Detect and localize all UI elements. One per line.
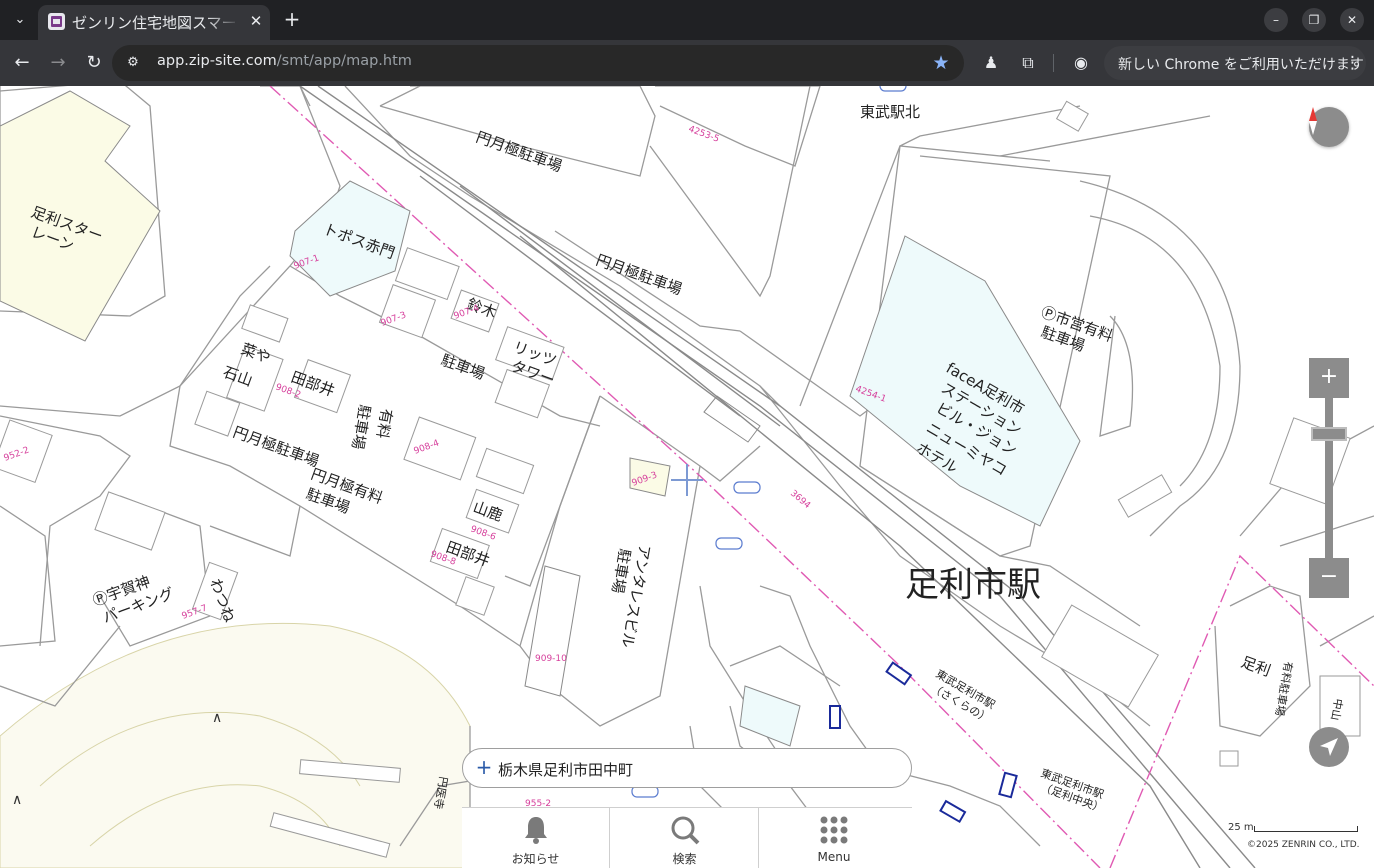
address-bar[interactable]: ⚙ app.zip-site.com/smt/app/map.htm ★	[112, 45, 964, 81]
copyright-text: ©2025 ZENRIN CO., LTD.	[1247, 840, 1360, 850]
active-tab[interactable]: ゼンリン住宅地図スマートフォン ✕	[38, 5, 270, 40]
grid-menu-icon	[820, 816, 848, 844]
search-icon	[671, 816, 700, 845]
plus-icon[interactable]: +	[475, 757, 493, 778]
svg-text:足利: 足利	[1239, 653, 1273, 680]
svg-text:円月極駐車場: 円月極駐車場	[594, 251, 685, 299]
svg-text:円月極駐車場: 円月極駐車場	[231, 423, 322, 471]
profile-icon[interactable]: ◉	[1069, 51, 1093, 75]
site-info-icon[interactable]: ⚙	[124, 54, 142, 72]
notifications-label: お知らせ	[511, 852, 560, 866]
tab-title: ゼンリン住宅地図スマートフォン	[72, 14, 240, 32]
bottom-navigation: お知らせ 検索 Menu	[462, 807, 912, 868]
restore-icon[interactable]: ❐	[1302, 8, 1326, 32]
forward-arrow-icon[interactable]: →	[46, 51, 70, 75]
menu-button[interactable]: Menu	[760, 808, 908, 868]
browser-toolbar: ← → ↻ ⚙ app.zip-site.com/smt/app/map.htm…	[0, 40, 1374, 86]
svg-text:∧: ∧	[212, 710, 222, 726]
scale-bar	[1254, 826, 1358, 832]
navigation-arrow-icon[interactable]	[1309, 727, 1349, 767]
close-window-icon[interactable]: ✕	[1340, 8, 1364, 32]
svg-text:有料駐車場: 有料駐車場	[1272, 660, 1295, 717]
minimize-icon[interactable]: –	[1264, 8, 1288, 32]
zoom-in-button[interactable]: +	[1309, 358, 1349, 398]
toolbar-divider	[1053, 54, 1054, 72]
tab-close-icon[interactable]: ✕	[246, 11, 266, 31]
site-favicon-icon	[48, 13, 65, 30]
svg-text:4253-5: 4253-5	[687, 124, 720, 144]
url-host: app.zip-site.com	[157, 53, 277, 69]
zoom-out-button[interactable]: −	[1309, 558, 1349, 598]
tab-strip: ⌄ ゼンリン住宅地図スマートフォン ✕ + – ❐ ✕	[0, 0, 1374, 40]
station-name-label: 足利市駅	[905, 565, 1041, 605]
notifications-button[interactable]: お知らせ	[462, 808, 610, 868]
current-address-text: 栃木県足利市田中町	[498, 761, 634, 779]
menu-label: Menu	[817, 850, 851, 864]
new-tab-button[interactable]: +	[280, 8, 304, 32]
update-text: 新しい Chrome をご利用いただけます	[1118, 57, 1364, 73]
extension-avatar-icon[interactable]: ♟	[979, 51, 1003, 75]
reload-icon[interactable]: ↻	[82, 51, 106, 75]
zoom-slider-track[interactable]	[1325, 398, 1333, 558]
bell-icon	[525, 817, 547, 844]
kebab-menu-icon[interactable]: ⋮	[1344, 52, 1361, 74]
map-center-crosshair	[671, 464, 703, 496]
station-north-label: 東武駅北	[860, 103, 920, 121]
map-viewport[interactable]: 足利市駅 東武駅北 円月極駐車場 円月極駐車場 トポス赤門 足利スター レーン …	[0, 86, 1374, 868]
svg-text:有料: 有料	[373, 407, 396, 440]
svg-text:3694: 3694	[788, 489, 812, 512]
scale-label: 25 m	[1228, 822, 1254, 833]
bookmark-star-icon[interactable]: ★	[930, 52, 952, 74]
svg-text:円月極駐車場: 円月極駐車場	[474, 128, 565, 176]
chrome-update-button[interactable]: 新しい Chrome をご利用いただけます ⋮	[1104, 46, 1366, 80]
extensions-puzzle-icon[interactable]: ⧉	[1016, 51, 1040, 75]
current-address-bar[interactable]: + 栃木県足利市田中町	[462, 748, 912, 788]
url-text[interactable]: app.zip-site.com/smt/app/map.htm	[157, 53, 412, 73]
map-scale: 25 m	[1228, 820, 1360, 834]
compass-icon[interactable]	[1309, 107, 1349, 147]
back-arrow-icon[interactable]: ←	[10, 51, 34, 75]
search-label: 検索	[672, 852, 697, 866]
svg-text:∧: ∧	[12, 792, 22, 808]
zoom-slider-handle[interactable]	[1311, 427, 1347, 441]
svg-text:駐車場: 駐車場	[439, 351, 487, 383]
url-path: /smt/app/map.htm	[276, 53, 412, 69]
tab-search-chevron-down-icon[interactable]: ⌄	[8, 8, 32, 32]
svg-text:駐車場: 駐車場	[348, 403, 374, 450]
svg-text:909-10: 909-10	[535, 654, 567, 664]
search-button[interactable]: 検索	[611, 808, 759, 868]
